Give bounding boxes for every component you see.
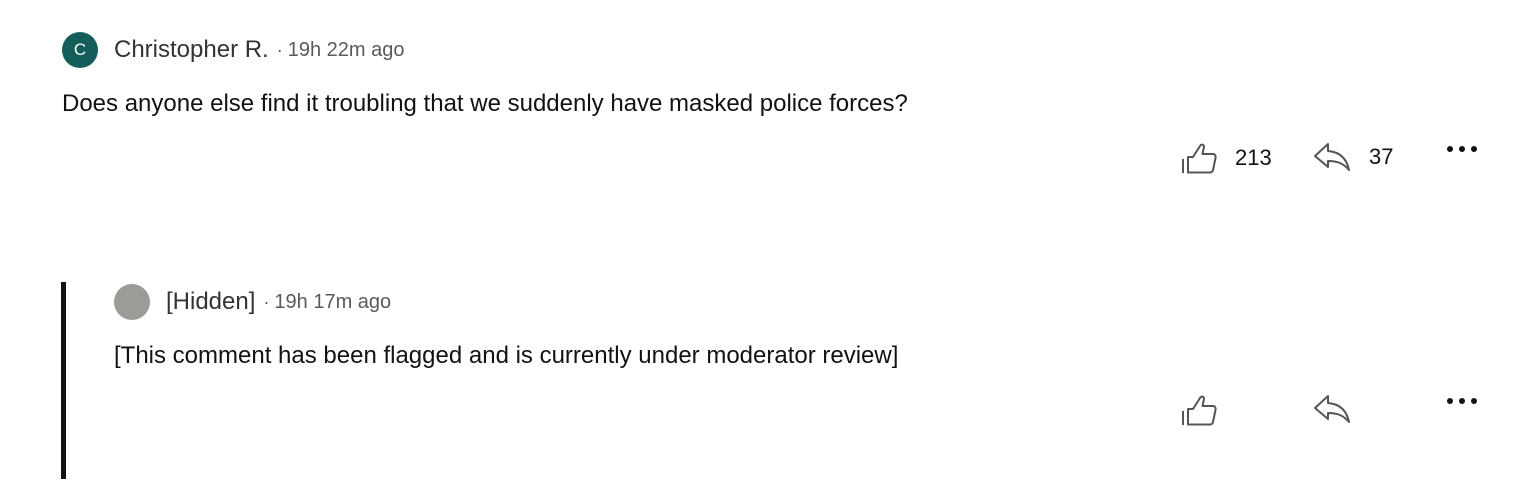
comments-thread: C Christopher R. · 19h 22m ago Does anyo… — [0, 0, 1522, 490]
more-dots-icon — [1446, 144, 1478, 154]
reply-count: 37 — [1369, 144, 1394, 169]
separator-dot: · — [276, 39, 283, 60]
avatar[interactable]: C — [62, 32, 98, 68]
author-name: [Hidden] — [166, 288, 256, 315]
more-dots-icon — [1446, 396, 1478, 406]
separator-dot: · — [263, 291, 270, 312]
thumbs-up-icon — [1180, 392, 1218, 428]
more-options-button[interactable] — [1446, 396, 1478, 406]
comment-text: [This comment has been flagged and is cu… — [114, 342, 899, 369]
comment-text: Does anyone else find it troubling that … — [62, 90, 908, 117]
more-options-button[interactable] — [1446, 144, 1478, 154]
reply-arrow-icon — [1312, 392, 1352, 426]
reply-button[interactable] — [1312, 392, 1369, 426]
timestamp: 19h 17m ago — [274, 290, 392, 313]
reply-arrow-icon — [1312, 140, 1352, 174]
timestamp: 19h 22m ago — [287, 38, 405, 61]
like-count: 213 — [1235, 145, 1272, 170]
comment: C Christopher R. · 19h 22m ago Does anyo… — [62, 32, 1482, 174]
like-button[interactable]: 213 — [1180, 140, 1272, 176]
reply-comment: [Hidden] · 19h 17m ago [This comment has… — [114, 284, 1482, 426]
reply-thread-line — [61, 282, 66, 479]
author-name[interactable]: Christopher R. — [114, 36, 269, 64]
avatar — [114, 284, 150, 320]
comment-header: [Hidden] · 19h 17m ago — [114, 284, 1482, 320]
comment-header: C Christopher R. · 19h 22m ago — [62, 32, 1482, 68]
avatar-initial: C — [73, 40, 87, 59]
thumbs-up-icon — [1180, 140, 1218, 176]
reply-button[interactable]: 37 — [1312, 140, 1393, 174]
like-button[interactable] — [1180, 392, 1235, 428]
